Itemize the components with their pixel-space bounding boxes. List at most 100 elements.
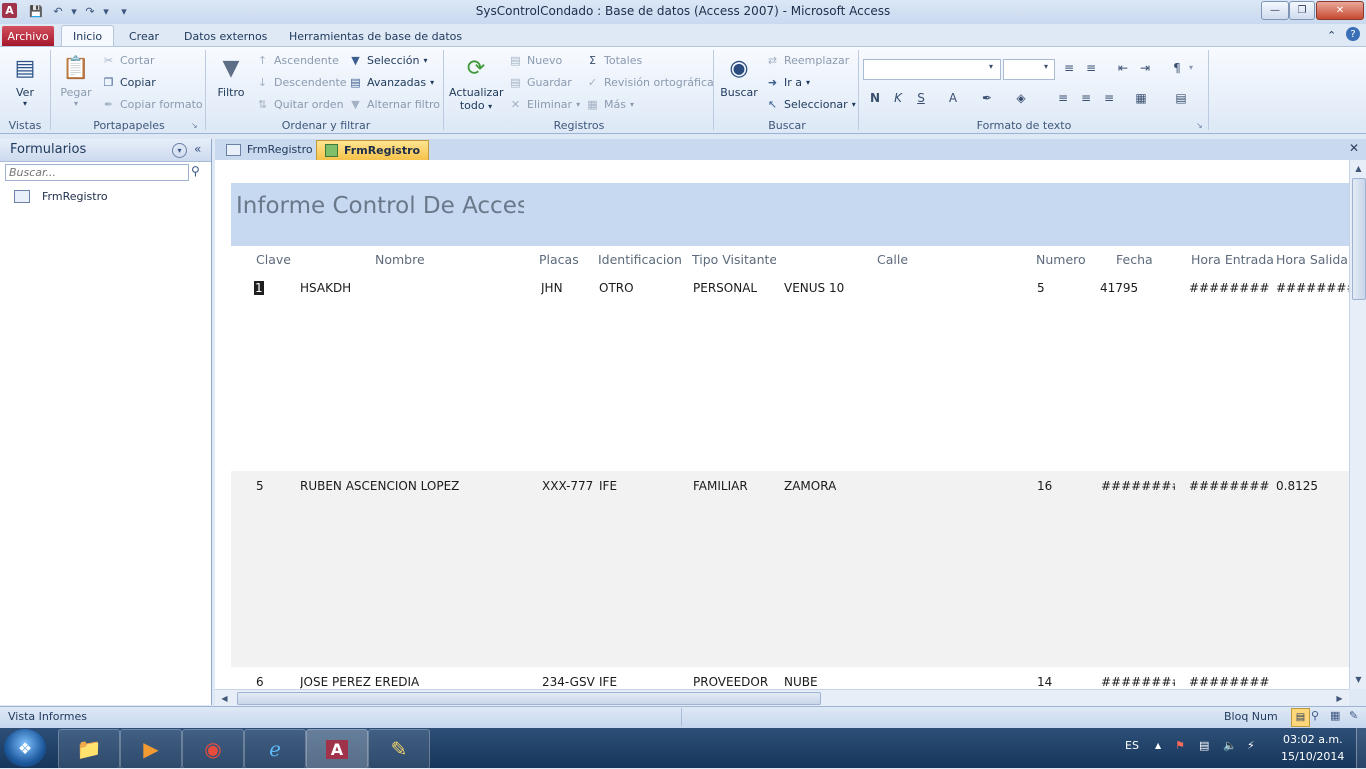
minimize-button[interactable]: — <box>1261 1 1289 20</box>
reemplazar-button[interactable]: ⇄ Reemplazar <box>765 53 849 68</box>
cortar-button[interactable]: ✂ Cortar <box>101 53 155 68</box>
tab-inicio[interactable]: Inicio <box>61 25 115 47</box>
copiar-button[interactable]: ❐ Copiar <box>101 75 156 90</box>
descendente-button[interactable]: ↓ Descendente <box>255 75 347 90</box>
align-left-icon[interactable]: ≡ <box>1054 89 1072 107</box>
report-view-icon[interactable]: ▤ <box>1291 708 1310 727</box>
scroll-right-icon[interactable]: ▶ <box>1332 691 1347 706</box>
seleccion-button[interactable]: ▼ Selección ▾ <box>348 53 427 68</box>
portapapeles-launcher-icon[interactable]: ↘ <box>191 121 198 130</box>
guardar-button[interactable]: ▤ Guardar <box>508 75 572 90</box>
maximize-button[interactable]: ❐ <box>1289 1 1315 20</box>
nav-title[interactable]: Formularios <box>10 142 86 157</box>
ascendente-button[interactable]: ↑ Ascendente <box>255 53 339 68</box>
pegar-button[interactable]: 📋 Pegar ▾ <box>58 52 94 109</box>
show-hidden-icons[interactable]: ▲ <box>1155 741 1161 750</box>
scroll-down-icon[interactable]: ▼ <box>1351 672 1366 687</box>
font-name-combo[interactable] <box>863 59 1001 80</box>
close-document-icon[interactable]: ✕ <box>1349 141 1359 155</box>
search-icon[interactable]: ⚲ <box>191 164 200 178</box>
totales-button[interactable]: Σ Totales <box>585 53 642 68</box>
vertical-scrollbar[interactable]: ▲ ▼ <box>1349 160 1366 689</box>
volume-icon[interactable]: 🔈 <box>1223 739 1237 752</box>
nav-search-input[interactable] <box>5 164 189 181</box>
horizontal-scroll-thumb[interactable] <box>237 692 821 705</box>
binoculars-icon: ◉ <box>729 55 749 81</box>
decrease-indent-icon[interactable]: ⇤ <box>1114 59 1132 77</box>
close-button[interactable]: ✕ <box>1316 1 1364 20</box>
highlight-color-icon[interactable]: ✒ <box>978 89 996 107</box>
alternar-filtro-button[interactable]: ▼ Alternar filtro <box>348 97 440 112</box>
font-color-icon[interactable]: A <box>944 89 962 107</box>
internet-explorer-icon: ℯ <box>269 737 281 761</box>
doctab-frmregistro-report[interactable]: FrmRegistro <box>316 140 430 160</box>
power-icon[interactable]: ⚡ <box>1247 739 1255 752</box>
ir-a-button[interactable]: ➜ Ir a ▾ <box>765 75 810 90</box>
tab-crear[interactable]: Crear <box>118 27 170 46</box>
layout-view-icon[interactable]: ▦ <box>1330 709 1340 722</box>
nav-item-frmregistro[interactable]: FrmRegistro <box>14 190 108 203</box>
scroll-left-icon[interactable]: ◀ <box>217 691 232 706</box>
eliminar-button[interactable]: ✕ Eliminar ▾ <box>508 97 580 112</box>
language-indicator[interactable]: ES <box>1125 739 1139 752</box>
seleccionar-button[interactable]: ↖ Seleccionar ▾ <box>765 97 856 112</box>
nav-menu-dropdown-icon[interactable]: ▾ <box>172 143 187 158</box>
underline-button[interactable]: S <box>912 89 930 107</box>
alternate-row-color-icon[interactable]: ▤ <box>1172 89 1190 107</box>
italic-button[interactable]: K <box>889 89 907 107</box>
clock-date[interactable]: 15/10/2014 <box>1281 750 1344 763</box>
gridlines-icon[interactable]: ▦ <box>1132 89 1150 107</box>
clock-time[interactable]: 03:02 a.m. <box>1283 733 1343 746</box>
cell-clave[interactable]: 1 <box>254 281 264 295</box>
avanzadas-button[interactable]: ▤ Avanzadas ▾ <box>348 75 434 90</box>
show-desktop-button[interactable] <box>1356 728 1366 768</box>
design-view-icon[interactable]: ✎ <box>1349 709 1358 722</box>
copiar-formato-button[interactable]: ✒ Copiar formato <box>101 97 203 112</box>
taskbar-chrome[interactable]: ◉ <box>182 729 244 769</box>
action-center-icon[interactable]: ⚑ <box>1175 739 1185 752</box>
tab-herramientas[interactable]: Herramientas de base de datos <box>278 27 473 46</box>
fill-color-icon[interactable]: ◈ <box>1012 89 1030 107</box>
paragraph-dropdown-icon[interactable]: ▾ <box>1189 63 1193 72</box>
numbering-icon[interactable]: ≡ <box>1082 59 1100 77</box>
paragraph-direction-icon[interactable]: ¶ <box>1168 59 1186 77</box>
network-icon[interactable]: ▤ <box>1199 739 1209 752</box>
start-button[interactable]: ❖ <box>4 729 46 767</box>
align-right-icon[interactable]: ≡ <box>1100 89 1118 107</box>
taskbar-explorer[interactable]: 📁 <box>58 729 120 769</box>
revision-button[interactable]: ✓ Revisión ortográfica <box>585 75 714 90</box>
table-row[interactable]: 1 HSAKDH JHN OTRO PERSONAL VENUS 10 5 41… <box>231 278 1349 470</box>
print-preview-icon[interactable]: ⚲ <box>1311 709 1319 722</box>
increase-indent-icon[interactable]: ⇥ <box>1136 59 1154 77</box>
cell-clave: 6 <box>256 675 264 689</box>
taskbar-internet-explorer[interactable]: ℯ <box>244 729 306 769</box>
help-icon[interactable]: ? <box>1346 27 1360 41</box>
buscar-button[interactable]: ◉ Buscar <box>720 52 758 100</box>
nuevo-button[interactable]: ▤ Nuevo <box>508 53 562 68</box>
filtro-button[interactable]: ▼ Filtro <box>212 52 250 100</box>
mas-button[interactable]: ▦ Más ▾ <box>585 97 634 112</box>
doctab-frmregistro-form[interactable]: FrmRegistro <box>218 140 321 159</box>
table-row[interactable]: 6 JOSE PEREZ EREDIA 234-GSV IFE PROVEEDO… <box>231 668 1349 689</box>
actualizar-todo-button[interactable]: ⟳ Actualizar todo ▾ <box>449 52 504 113</box>
ver-button[interactable]: ▤ Ver ▾ <box>6 52 44 109</box>
taskbar-media-player[interactable]: ▶ <box>120 729 182 769</box>
font-name-dropdown-icon[interactable]: ▾ <box>989 62 993 71</box>
guardar-label: Guardar <box>527 76 572 89</box>
taskbar-paint[interactable]: ✎ <box>368 729 430 769</box>
quitar-orden-button[interactable]: ⇅ Quitar orden <box>255 97 344 112</box>
formato-launcher-icon[interactable]: ↘ <box>1196 121 1203 130</box>
bullets-icon[interactable]: ≡ <box>1060 59 1078 77</box>
bold-button[interactable]: N <box>866 89 884 107</box>
tab-archivo[interactable]: Archivo <box>2 26 54 46</box>
scroll-up-icon[interactable]: ▲ <box>1351 161 1366 176</box>
table-row[interactable]: 5 RUBEN ASCENCION LOPEZ XXX-777 IFE FAMI… <box>231 471 1349 667</box>
vertical-scroll-thumb[interactable] <box>1352 178 1366 300</box>
font-size-dropdown-icon[interactable]: ▾ <box>1044 62 1048 71</box>
nav-collapse-icon[interactable]: « <box>194 142 201 156</box>
taskbar-access[interactable]: A <box>306 729 368 769</box>
tab-datos-externos[interactable]: Datos externos <box>173 27 278 46</box>
horizontal-scrollbar[interactable]: ◀ ▶ <box>215 689 1349 707</box>
collapse-ribbon-icon[interactable]: ⌃ <box>1327 29 1336 42</box>
align-center-icon[interactable]: ≡ <box>1077 89 1095 107</box>
